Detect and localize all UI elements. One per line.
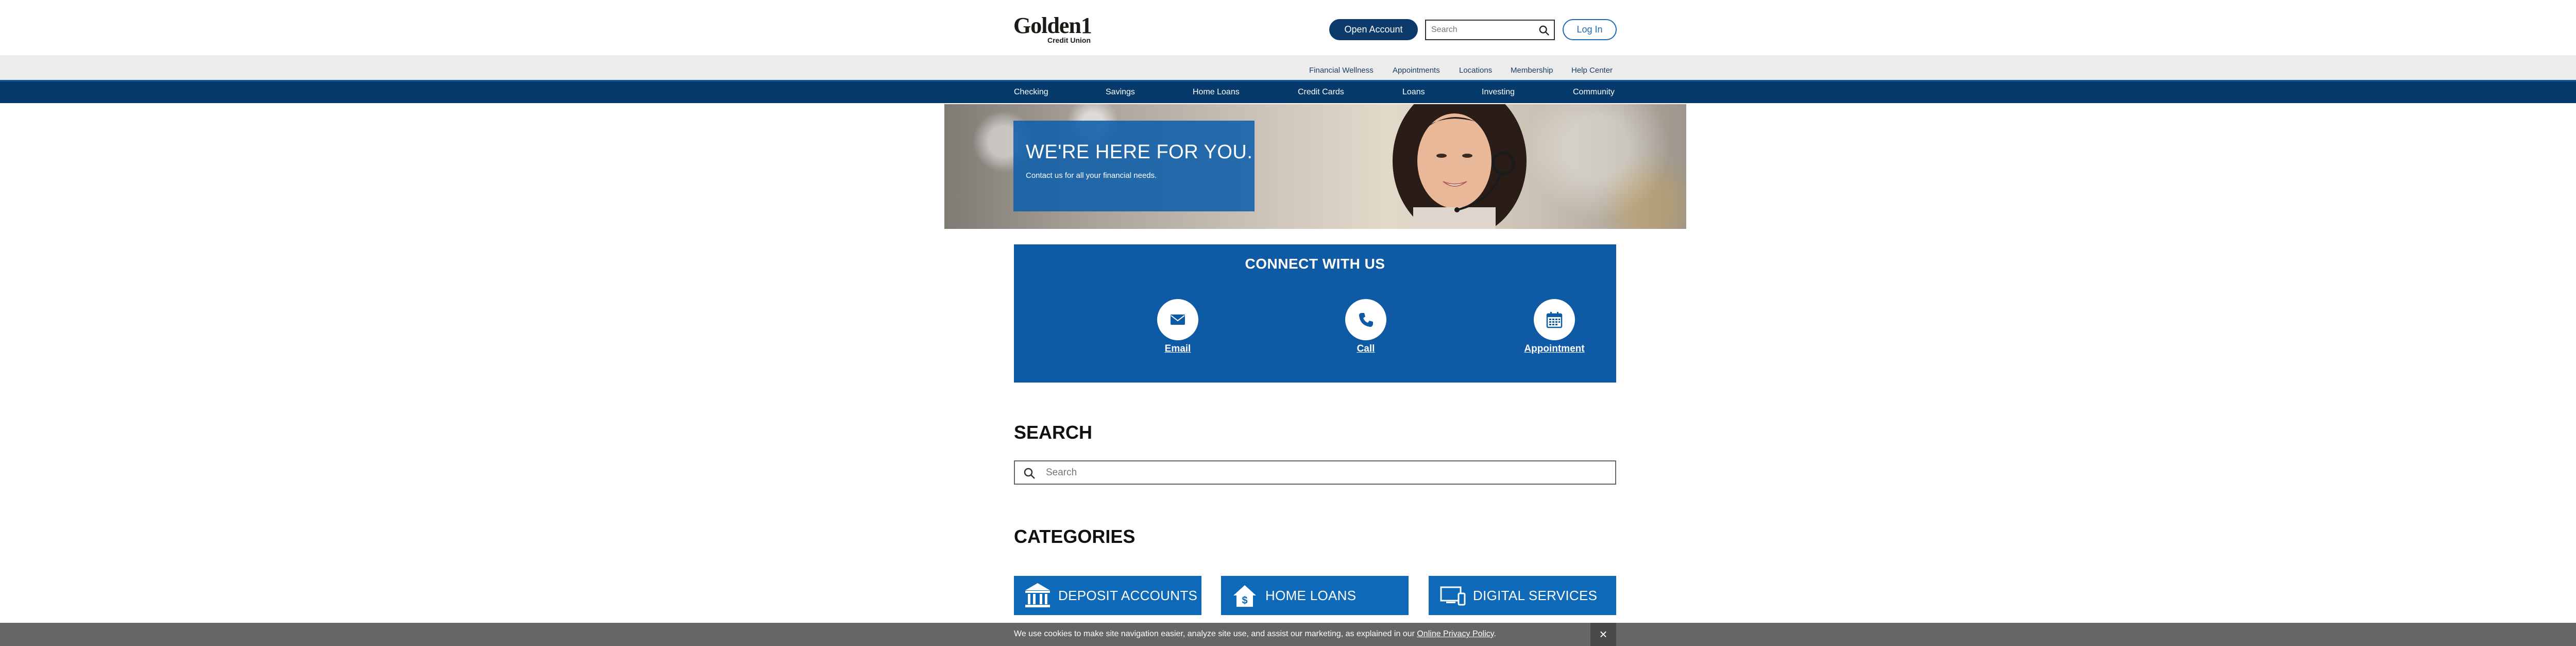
hero-subtitle: Contact us for all your financial needs.	[1026, 171, 1157, 180]
nav-home-loans[interactable]: Home Loans	[1193, 88, 1240, 97]
hero-title: WE'RE HERE FOR YOU.	[1026, 141, 1253, 163]
cookie-message: We use cookies to make site navigation e…	[1014, 630, 1496, 639]
hero-text-box: WE'RE HERE FOR YOU. Contact us for all y…	[1013, 121, 1255, 211]
util-nav-membership[interactable]: Membership	[1511, 66, 1553, 75]
util-nav-financial-wellness[interactable]: Financial Wellness	[1309, 66, 1374, 75]
hero-photo-agent	[1393, 104, 1527, 229]
nav-credit-cards[interactable]: Credit Cards	[1298, 88, 1344, 97]
header-search-input[interactable]	[1426, 21, 1529, 39]
envelope-icon[interactable]	[1157, 299, 1198, 340]
nav-checking[interactable]: Checking	[1014, 88, 1048, 97]
search-icon	[1024, 468, 1035, 479]
util-nav-locations[interactable]: Locations	[1459, 66, 1492, 75]
utility-nav: Financial Wellness Appointments Location…	[0, 55, 2576, 80]
golden1-logo[interactable]: Golden1 Credit Union	[1013, 14, 1096, 45]
categories-section-title: CATEGORIES	[1014, 526, 1136, 547]
open-account-button[interactable]: Open Account	[1329, 19, 1418, 40]
main-nav: Checking Savings Home Loans Credit Cards…	[0, 80, 2576, 103]
nav-savings[interactable]: Savings	[1106, 88, 1135, 97]
main-search	[1014, 460, 1616, 485]
close-icon[interactable]: ×	[1590, 623, 1616, 646]
cookie-banner: We use cookies to make site navigation e…	[0, 623, 2576, 646]
connect-panel: CONNECT WITH US Email Call Appointment	[1014, 244, 1616, 383]
connect-email-label[interactable]: Email	[1126, 343, 1229, 355]
util-nav-help-center[interactable]: Help Center	[1571, 66, 1613, 75]
connect-appointment-label[interactable]: Appointment	[1503, 343, 1606, 355]
hero-banner: WE'RE HERE FOR YOU. Contact us for all y…	[944, 104, 1686, 229]
privacy-policy-link[interactable]: Online Privacy Policy	[1417, 630, 1494, 638]
main-search-input[interactable]	[1046, 465, 1602, 481]
search-section-title: SEARCH	[1014, 422, 1093, 443]
header-search	[1425, 20, 1555, 40]
category-digital-services[interactable]: DIGITAL SERVICES	[1429, 576, 1616, 615]
cookie-message-text: We use cookies to make site navigation e…	[1014, 630, 1417, 638]
logo-subtitle: Credit Union	[1047, 36, 1091, 44]
nav-loans[interactable]: Loans	[1402, 88, 1425, 97]
connect-title: CONNECT WITH US	[1245, 256, 1385, 272]
bank-icon	[1025, 583, 1050, 607]
house-dollar-icon: $	[1233, 585, 1256, 607]
connect-call[interactable]: Call	[1314, 299, 1417, 355]
cookie-message-suffix: .	[1494, 630, 1496, 638]
category-home-loans[interactable]: $ HOME LOANS	[1221, 576, 1409, 615]
calendar-icon[interactable]	[1534, 299, 1575, 340]
category-deposit-accounts[interactable]: DEPOSIT ACCOUNTS	[1014, 576, 1201, 615]
devices-icon	[1440, 586, 1466, 606]
nav-community[interactable]: Community	[1573, 88, 1615, 97]
nav-investing[interactable]: Investing	[1482, 88, 1515, 97]
log-in-button[interactable]: Log In	[1563, 19, 1617, 40]
logo-wordmark: Golden1	[1013, 13, 1092, 38]
search-icon[interactable]	[1538, 25, 1550, 36]
category-digital-services-label: DIGITAL SERVICES	[1473, 587, 1598, 603]
connect-call-label[interactable]: Call	[1314, 343, 1417, 355]
phone-icon[interactable]	[1345, 299, 1386, 340]
connect-email[interactable]: Email	[1126, 299, 1229, 355]
connect-appointment[interactable]: Appointment	[1503, 299, 1606, 355]
category-deposit-accounts-label: DEPOSIT ACCOUNTS	[1058, 587, 1198, 603]
svg-text:$: $	[1242, 595, 1247, 606]
util-nav-appointments[interactable]: Appointments	[1393, 66, 1440, 75]
site-header: Golden1 Credit Union Open Account Log In	[0, 0, 2576, 55]
category-home-loans-label: HOME LOANS	[1265, 587, 1357, 603]
